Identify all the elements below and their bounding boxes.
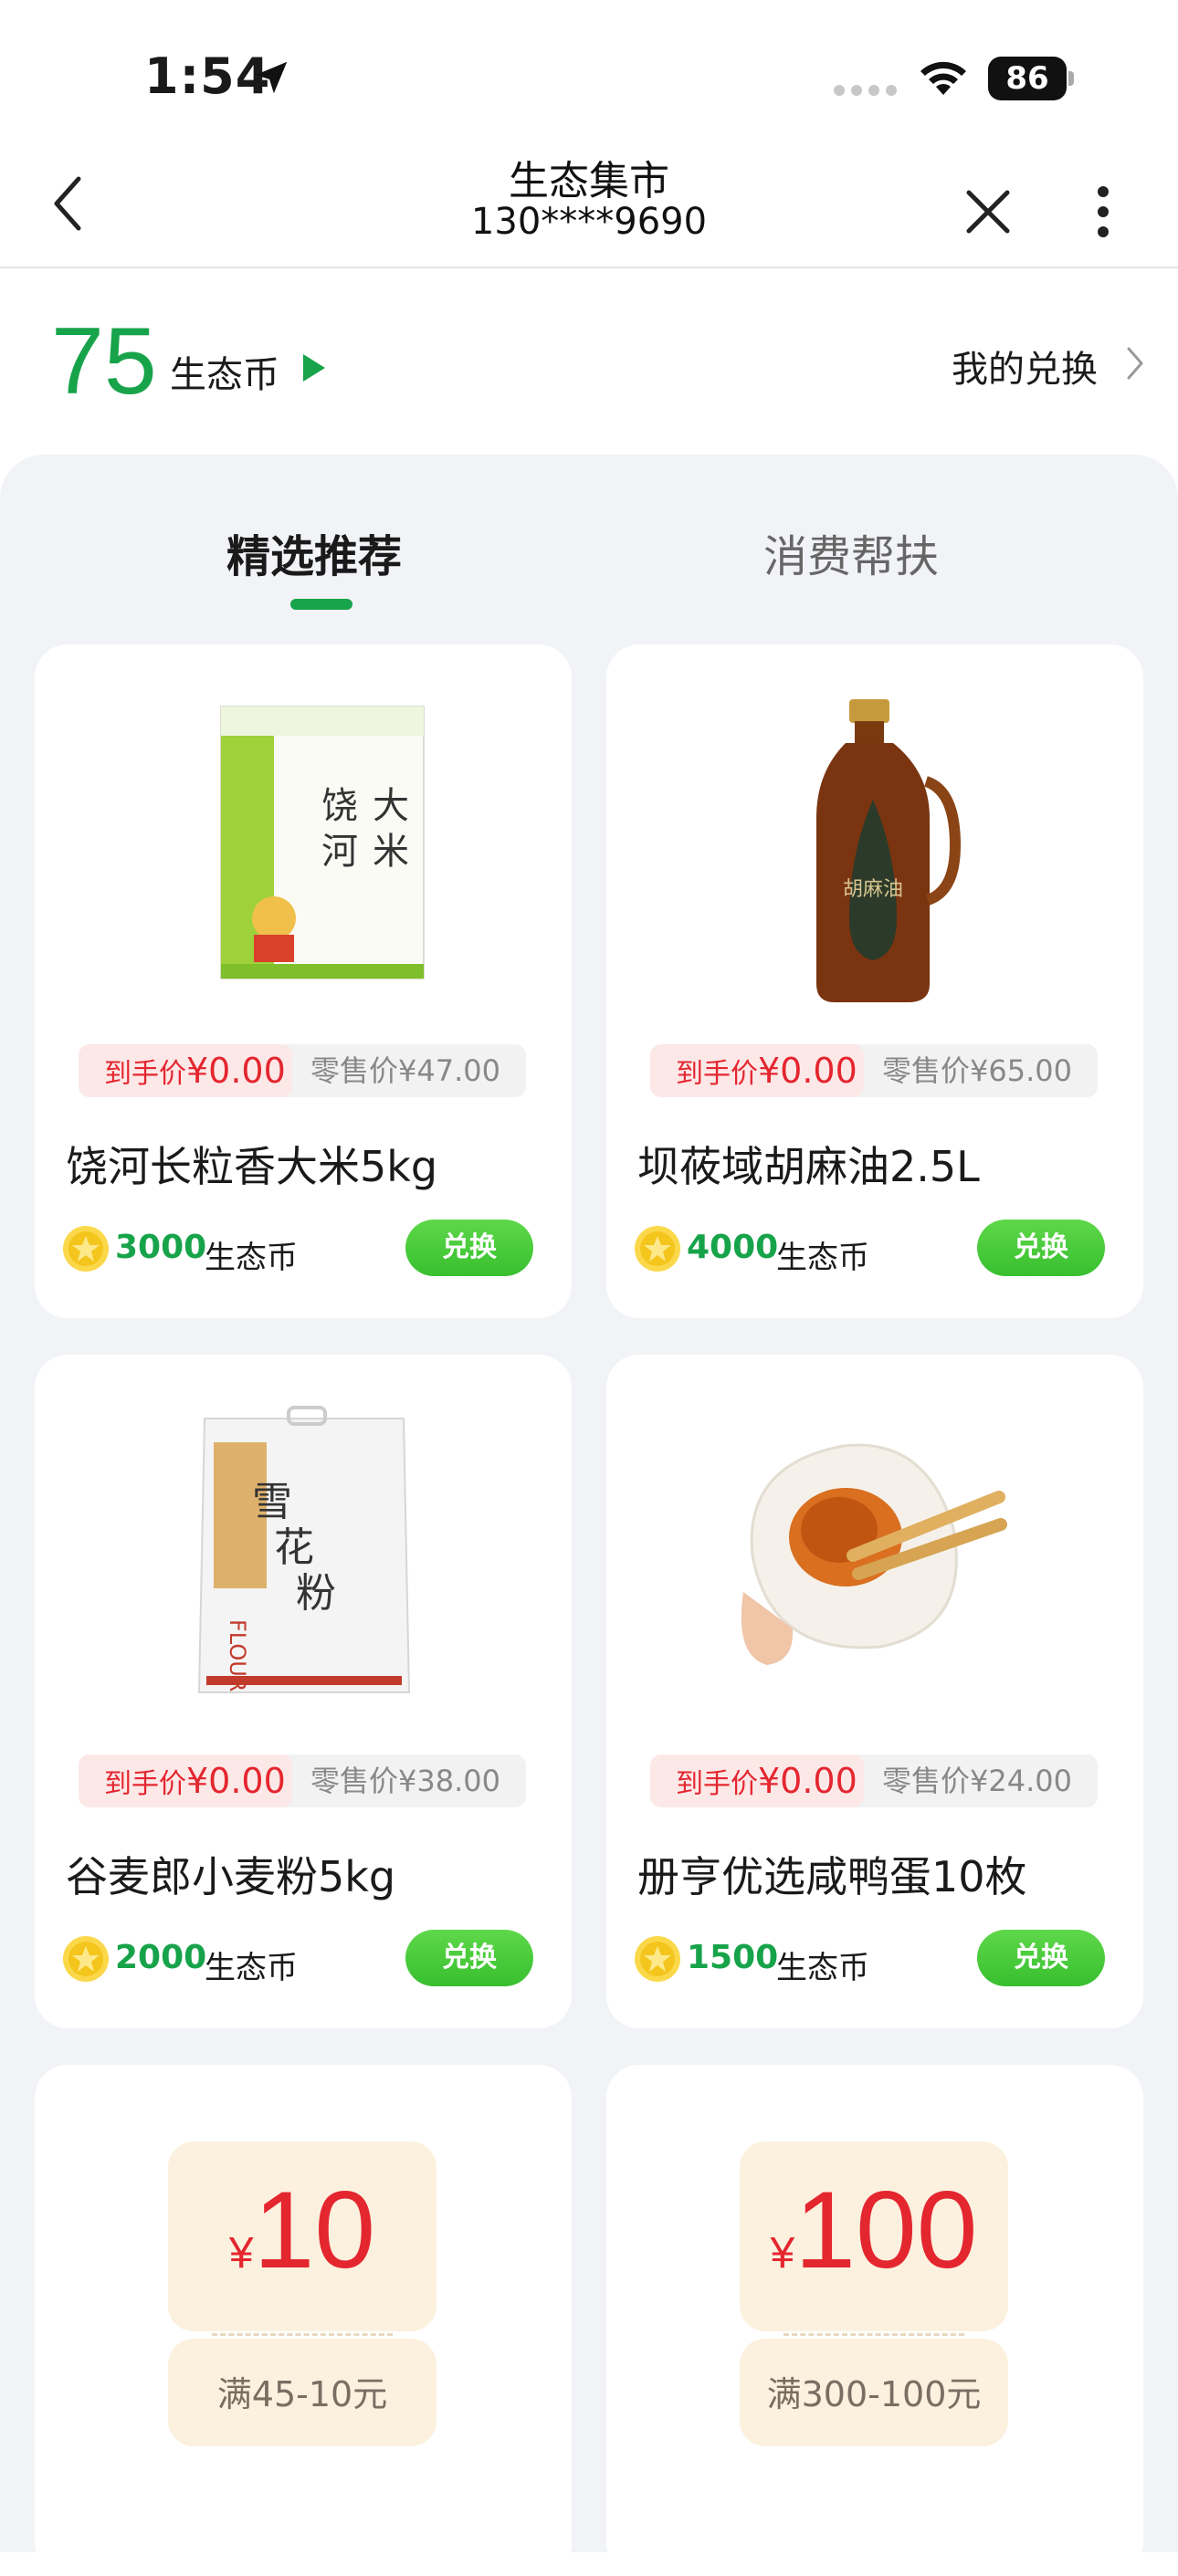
price-tag: 零售价¥47.00 到手价¥0.00 — [79, 1044, 526, 1097]
promo-amount: ¥0.00 — [186, 1051, 286, 1091]
retail-price: 零售价¥65.00 — [882, 1053, 1072, 1088]
flour-bag-icon: 雪 花 粉 FLOUR — [197, 1406, 411, 1693]
coin-cost: 1500 — [687, 1939, 779, 1976]
wifi-icon — [920, 61, 966, 95]
coupon-card[interactable]: ¥10 满45-10元 — [35, 2065, 572, 2576]
coupon-currency: ¥ — [228, 2229, 254, 2278]
svg-text:雪: 雪 — [252, 1479, 292, 1525]
coin-cost-unit: 生态币 — [776, 1950, 869, 1986]
promo-label: 到手价 — [676, 1768, 758, 1800]
retail-price: 零售价¥24.00 — [882, 1764, 1072, 1798]
oil-bottle-icon: 胡麻油 — [816, 699, 962, 1002]
retail-price: 零售价¥38.00 — [310, 1764, 500, 1798]
coupon-divider — [212, 2333, 393, 2336]
coupon-amount: ¥10 — [168, 2167, 436, 2293]
coin-cost: 2000 — [115, 1939, 207, 1976]
svg-text:胡麻油: 胡麻油 — [843, 878, 903, 901]
coin-cost-unit: 生态币 — [205, 1950, 298, 1986]
price-tag: 零售价¥65.00 到手价¥0.00 — [650, 1044, 1098, 1097]
exchange-button[interactable]: 兑换 — [405, 1930, 533, 1986]
coupon-value: 10 — [253, 2169, 376, 2291]
promo-price: 到手价¥0.00 — [650, 1754, 864, 1807]
tab-consumption-support[interactable]: 消费帮扶 — [763, 520, 939, 584]
product-card[interactable]: 雪 花 粉 FLOUR 零售价¥38.00 到手价¥0.00 谷麦郎小麦粉5kg… — [35, 1355, 572, 2028]
price-tag: 零售价¥38.00 到手价¥0.00 — [79, 1754, 526, 1807]
product-card[interactable]: 零售价¥24.00 到手价¥0.00 册亨优选咸鸭蛋10枚 1500 生态币 兑… — [606, 1355, 1143, 2028]
nav-bar: 生态集市 130****9690 — [0, 137, 1178, 268]
product-name: 饶河长粒香大米5kg — [66, 1142, 438, 1191]
my-exchange-link[interactable]: 我的兑换 — [952, 340, 1098, 393]
tab-featured[interactable]: 精选推荐 — [226, 520, 402, 584]
coin-star-icon — [63, 1936, 109, 1982]
cellular-signal-icon — [834, 85, 897, 96]
retail-price: 零售价¥47.00 — [310, 1053, 500, 1088]
coin-cost: 4000 — [687, 1229, 779, 1266]
coin-cost: 3000 — [115, 1229, 207, 1266]
coupon-condition: 满300-100元 — [766, 2374, 982, 2414]
coupon-amount: ¥100 — [740, 2167, 1008, 2293]
promo-amount: ¥0.00 — [186, 1761, 286, 1801]
coin-cost-unit: 生态币 — [776, 1240, 869, 1276]
coupon[interactable]: ¥10 满45-10元 — [168, 2141, 436, 2446]
promo-amount: ¥0.00 — [758, 1761, 857, 1801]
promo-amount: ¥0.00 — [758, 1051, 857, 1091]
promo-label: 到手价 — [676, 1058, 758, 1090]
promo-label: 到手价 — [104, 1768, 186, 1800]
status-bar: 1:54 86 — [0, 0, 1178, 137]
svg-text:米: 米 — [373, 831, 409, 873]
battery-level: 86 — [988, 57, 1067, 100]
svg-text:饶: 饶 — [321, 785, 358, 827]
coupon-condition: 满45-10元 — [216, 2374, 388, 2414]
rice-bag-icon: 饶 河 大 米 — [220, 706, 425, 979]
battery-tip — [1068, 71, 1074, 86]
chevron-right-icon[interactable] — [1125, 345, 1145, 382]
exchange-button[interactable]: 兑换 — [977, 1930, 1105, 1986]
salted-egg-icon — [734, 1433, 1007, 1665]
location-arrow-icon — [255, 61, 288, 94]
promo-label: 到手价 — [104, 1058, 186, 1090]
product-card[interactable]: 饶 河 大 米 零售价¥47.00 到手价¥0.00 饶河长粒香大米5kg 30… — [35, 644, 572, 1318]
close-icon[interactable] — [964, 188, 1012, 236]
more-options-icon[interactable] — [1094, 184, 1112, 239]
svg-text:大: 大 — [373, 785, 409, 827]
coin-unit-label[interactable]: 生态币 — [170, 345, 279, 398]
exchange-button[interactable]: 兑换 — [977, 1220, 1105, 1276]
svg-text:河: 河 — [321, 831, 358, 873]
coupon[interactable]: ¥100 满300-100元 — [740, 2141, 1008, 2446]
coin-balance[interactable]: 75 — [51, 307, 157, 416]
product-name: 册亨优选咸鸭蛋10枚 — [637, 1852, 1027, 1901]
price-tag: 零售价¥24.00 到手价¥0.00 — [650, 1754, 1098, 1807]
coin-star-icon — [635, 1226, 680, 1272]
coin-star-icon — [635, 1936, 680, 1982]
svg-text:粉: 粉 — [296, 1570, 336, 1617]
product-name: 坝莜域胡麻油2.5L — [637, 1142, 980, 1191]
coupon-currency: ¥ — [770, 2229, 795, 2278]
promo-price: 到手价¥0.00 — [650, 1044, 864, 1097]
exchange-button[interactable]: 兑换 — [405, 1220, 533, 1276]
coupon-card[interactable]: ¥100 满300-100元 — [606, 2065, 1143, 2576]
promo-price: 到手价¥0.00 — [79, 1754, 292, 1807]
product-name: 谷麦郎小麦粉5kg — [66, 1852, 396, 1901]
coupon-value: 100 — [794, 2169, 978, 2291]
coupon-divider — [784, 2333, 964, 2336]
play-arrow-icon[interactable] — [301, 352, 327, 383]
battery-indicator: 86 — [988, 57, 1074, 100]
coin-cost-unit: 生态币 — [205, 1240, 298, 1276]
product-card[interactable]: 胡麻油 零售价¥65.00 到手价¥0.00 坝莜域胡麻油2.5L 4000 生… — [606, 644, 1143, 1318]
coin-star-icon — [63, 1226, 109, 1272]
promo-price: 到手价¥0.00 — [79, 1044, 292, 1097]
active-tab-indicator — [290, 599, 352, 610]
svg-text:花: 花 — [274, 1524, 314, 1571]
